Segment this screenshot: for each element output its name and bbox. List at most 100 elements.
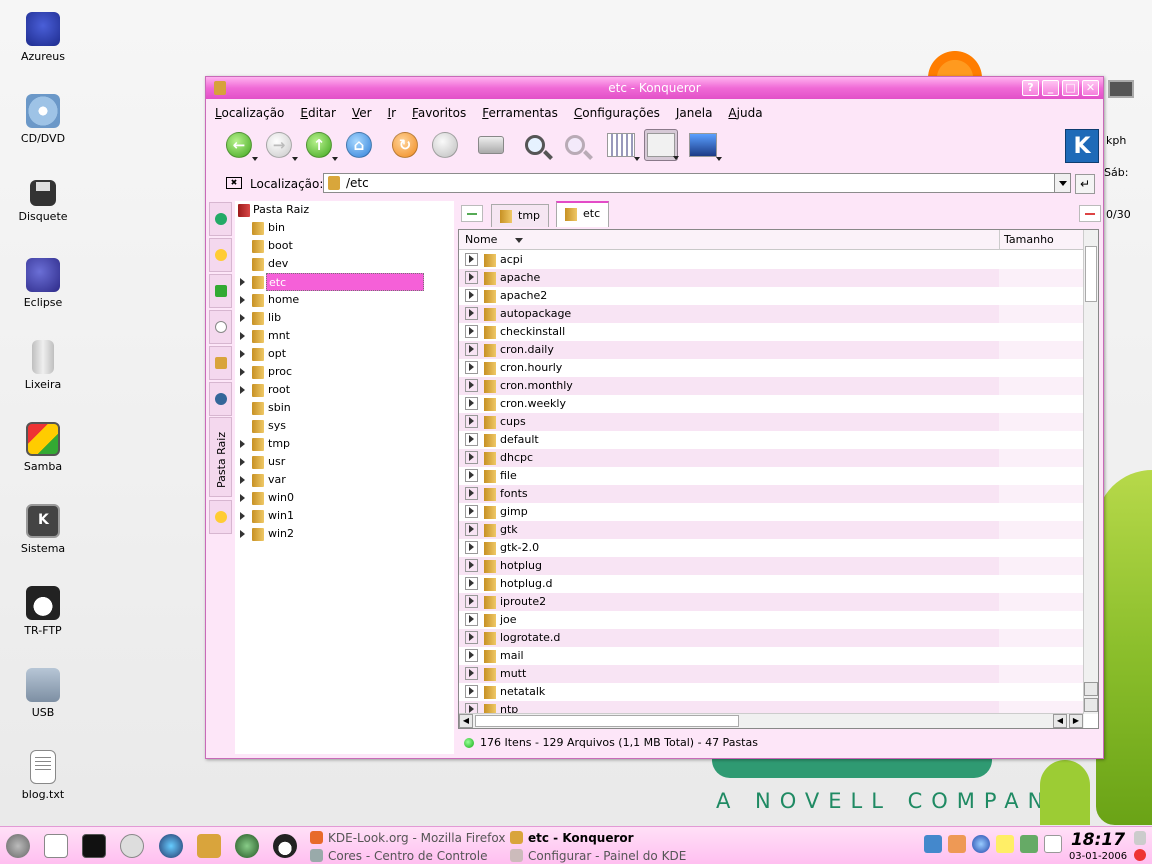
- tux-launcher[interactable]: [269, 831, 301, 861]
- tree-item-tmp[interactable]: tmp: [235, 435, 454, 453]
- logout-icon[interactable]: [1134, 849, 1146, 861]
- expand-arrow-icon[interactable]: [465, 703, 478, 716]
- maximize-button[interactable]: □: [1062, 80, 1079, 96]
- tree-item-root[interactable]: root: [235, 381, 454, 399]
- file-row[interactable]: dhcpc: [459, 449, 1084, 467]
- desktop-icon-disquete[interactable]: Disquete: [8, 176, 78, 223]
- tree-item-dev[interactable]: dev: [235, 255, 454, 273]
- desktop-icon-usb[interactable]: USB: [8, 668, 78, 719]
- icon-view-button[interactable]: [604, 129, 640, 161]
- scroll-down-button[interactable]: [1084, 698, 1098, 712]
- file-row[interactable]: cron.weekly: [459, 395, 1084, 413]
- desktop-icon-azureus[interactable]: Azureus: [8, 12, 78, 63]
- folder-tree[interactable]: Pasta Raiz bin boot dev etc home lib mnt opt pro…: [235, 201, 454, 754]
- tab-tmp[interactable]: tmp: [491, 204, 550, 227]
- file-row[interactable]: iproute2: [459, 593, 1084, 611]
- sidebar-tab-network[interactable]: [209, 202, 232, 236]
- expand-arrow-icon[interactable]: [465, 667, 478, 680]
- network-launcher[interactable]: [231, 831, 263, 861]
- users-tray-icon[interactable]: [948, 835, 966, 853]
- file-row[interactable]: netatalk: [459, 683, 1084, 701]
- expand-arrow-icon[interactable]: [465, 595, 478, 608]
- expand-arrow-icon[interactable]: [465, 253, 478, 266]
- file-row[interactable]: joe: [459, 611, 1084, 629]
- expand-arrow-icon[interactable]: [240, 476, 245, 484]
- taskbar-task-0[interactable]: KDE-Look.org - Mozilla Firefox: [310, 829, 505, 847]
- tree-item-sbin[interactable]: sbin: [235, 399, 454, 417]
- lock-icon[interactable]: [1134, 831, 1146, 845]
- tree-item-mnt[interactable]: mnt: [235, 327, 454, 345]
- menu-favoritos[interactable]: Favoritos: [412, 102, 466, 124]
- new-tab-button[interactable]: [461, 205, 483, 222]
- menu-ferramentas[interactable]: Ferramentas: [482, 102, 558, 124]
- scroll-up-button[interactable]: [1084, 682, 1098, 696]
- expand-arrow-icon[interactable]: [240, 368, 245, 376]
- menu-configuracoes[interactable]: Configurações: [574, 102, 660, 124]
- file-row[interactable]: autopackage: [459, 305, 1084, 323]
- expand-arrow-icon[interactable]: [240, 386, 245, 394]
- menu-ver[interactable]: Ver: [352, 102, 372, 124]
- expand-arrow-icon[interactable]: [465, 559, 478, 572]
- file-row[interactable]: default: [459, 431, 1084, 449]
- file-row[interactable]: apache2: [459, 287, 1084, 305]
- file-row[interactable]: mail: [459, 647, 1084, 665]
- file-row[interactable]: gimp: [459, 503, 1084, 521]
- expand-arrow-icon[interactable]: [240, 314, 245, 322]
- list-view-button[interactable]: [644, 129, 679, 161]
- expand-arrow-icon[interactable]: [465, 325, 478, 338]
- file-row[interactable]: gtk-2.0: [459, 539, 1084, 557]
- horizontal-scrollbar[interactable]: ◀ ◀ ▶: [459, 713, 1084, 728]
- taskbar-task-2[interactable]: Cores - Centro de Controle: [310, 847, 487, 864]
- desktop-icon-blog-txt[interactable]: blog.txt: [8, 750, 78, 801]
- expand-arrow-icon[interactable]: [465, 343, 478, 356]
- zoom-in-button[interactable]: [518, 129, 552, 161]
- location-history-dropdown[interactable]: [1054, 174, 1070, 192]
- file-row[interactable]: apache: [459, 269, 1084, 287]
- tree-item-win1[interactable]: win1: [235, 507, 454, 525]
- desktop-icon-lixeira[interactable]: Lixeira: [8, 340, 78, 391]
- file-row[interactable]: checkinstall: [459, 323, 1084, 341]
- expand-arrow-icon[interactable]: [465, 685, 478, 698]
- forward-button[interactable]: →: [262, 129, 298, 161]
- tree-item-var[interactable]: var: [235, 471, 454, 489]
- expand-arrow-icon[interactable]: [465, 307, 478, 320]
- file-row[interactable]: fonts: [459, 485, 1084, 503]
- expand-arrow-icon[interactable]: [465, 433, 478, 446]
- file-row[interactable]: cron.hourly: [459, 359, 1084, 377]
- tree-item-sys[interactable]: sys: [235, 417, 454, 435]
- expand-arrow-icon[interactable]: [465, 523, 478, 536]
- taskbar-task-3[interactable]: Configurar - Painel do KDE: [510, 847, 686, 864]
- menu-editar[interactable]: Editar: [300, 102, 336, 124]
- expand-arrow-icon[interactable]: [465, 649, 478, 662]
- column-name-header[interactable]: Nome: [465, 233, 524, 246]
- notes-tray-icon[interactable]: [996, 835, 1014, 853]
- desktop-icon-cd-dvd[interactable]: CD/DVD: [8, 94, 78, 145]
- home-button[interactable]: ⌂: [342, 129, 376, 161]
- expand-arrow-icon[interactable]: [465, 541, 478, 554]
- column-size-header[interactable]: Tamanho: [999, 230, 1084, 250]
- tree-item-lib[interactable]: lib: [235, 309, 454, 327]
- file-row[interactable]: cups: [459, 413, 1084, 431]
- desktop-icon-eclipse[interactable]: Eclipse: [8, 258, 78, 309]
- file-row[interactable]: mutt: [459, 665, 1084, 683]
- expand-arrow-icon[interactable]: [465, 631, 478, 644]
- tree-root[interactable]: Pasta Raiz: [235, 201, 454, 219]
- expand-arrow-icon[interactable]: [465, 415, 478, 428]
- sidebar-tab-favorites[interactable]: [209, 500, 232, 534]
- tree-item-opt[interactable]: opt: [235, 345, 454, 363]
- expand-arrow-icon[interactable]: [465, 505, 478, 518]
- file-row[interactable]: gtk: [459, 521, 1084, 539]
- clear-location-button[interactable]: ✖: [226, 177, 242, 189]
- tree-item-win0[interactable]: win0: [235, 489, 454, 507]
- file-list-view[interactable]: Nome Tamanho acpi apache apache2 autopackag…: [458, 229, 1099, 729]
- tree-item-home[interactable]: home: [235, 291, 454, 309]
- browser-launcher[interactable]: [155, 831, 187, 861]
- up-button[interactable]: ↑: [302, 129, 338, 161]
- vertical-scrollbar[interactable]: [1083, 230, 1098, 714]
- zoom-out-button[interactable]: [558, 129, 592, 161]
- expand-arrow-icon[interactable]: [240, 512, 245, 520]
- close-button[interactable]: ✕: [1082, 80, 1099, 96]
- go-button[interactable]: ↵: [1075, 174, 1095, 194]
- back-button[interactable]: ←: [222, 129, 258, 161]
- expand-arrow-icon[interactable]: [465, 469, 478, 482]
